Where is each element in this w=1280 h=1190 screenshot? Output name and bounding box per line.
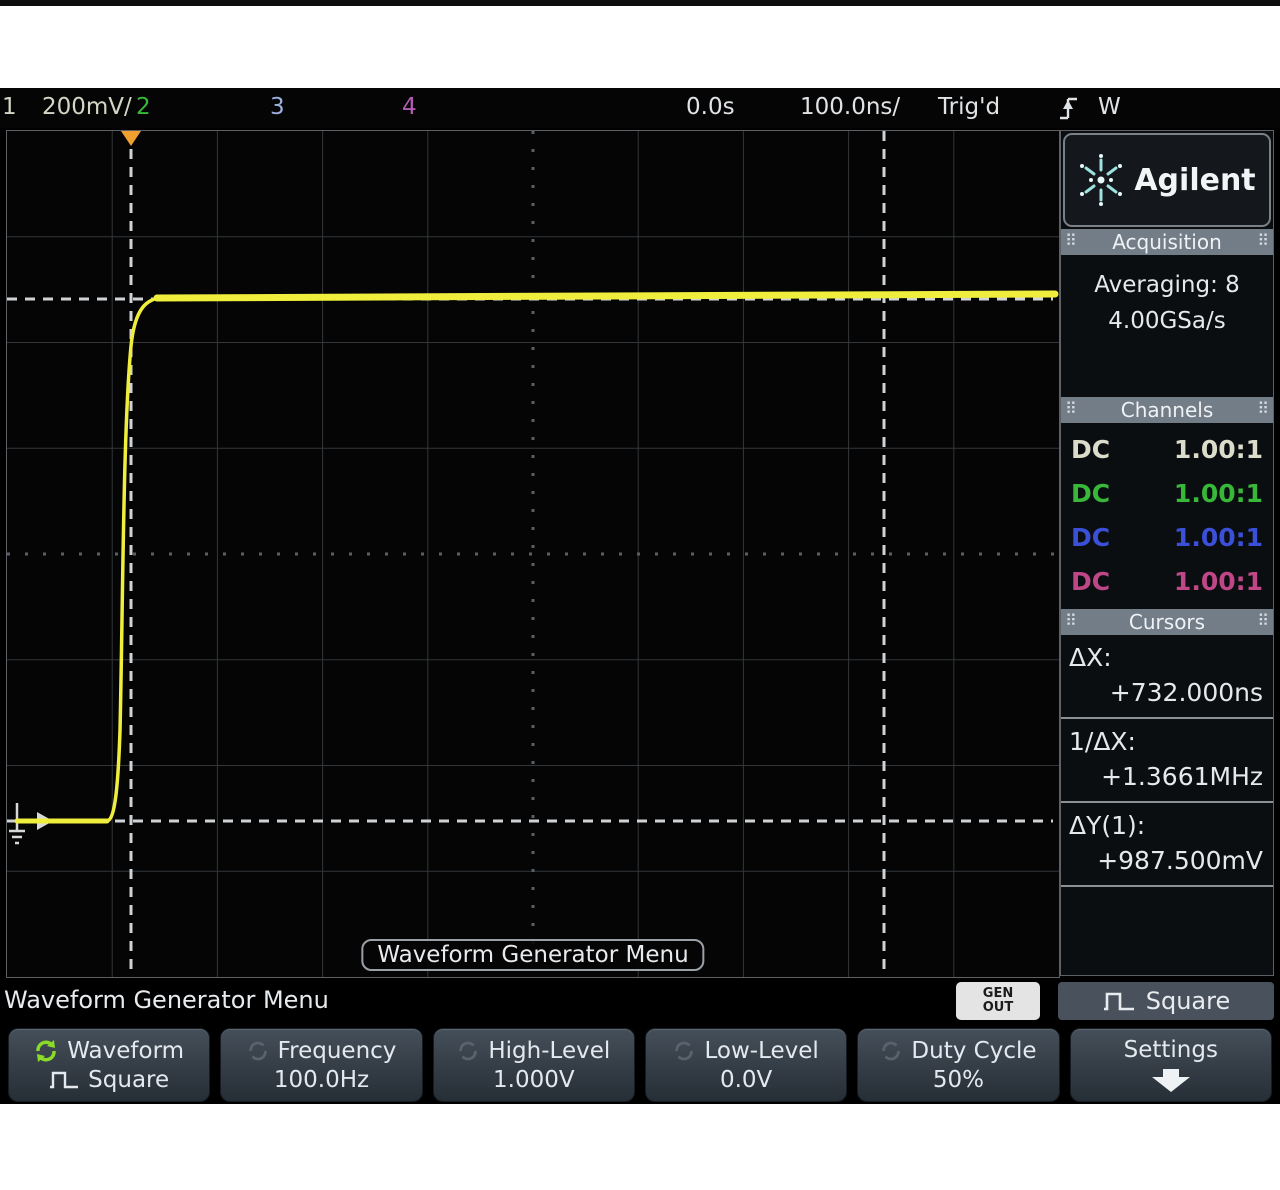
channel1-coupling: DC bbox=[1071, 434, 1111, 464]
softkey-high-level-label: High-Level bbox=[488, 1037, 611, 1064]
cycle-icon bbox=[459, 1041, 478, 1060]
channel3-probe-ratio: 1.00:1 bbox=[1173, 522, 1263, 552]
channel4-indicator[interactable]: 4 bbox=[402, 94, 417, 120]
trigger-status: Trig'd bbox=[938, 94, 1001, 120]
gen-status-bar: Square bbox=[1058, 982, 1274, 1020]
cursor-dx-value: +732.000ns bbox=[1109, 678, 1263, 707]
softkey-duty-cycle[interactable]: Duty Cycle 50% bbox=[857, 1028, 1060, 1102]
cursor-dx-label: ΔX: bbox=[1069, 643, 1112, 672]
channel3-indicator[interactable]: 3 bbox=[270, 94, 285, 120]
cycle-icon bbox=[882, 1041, 901, 1060]
acquisition-mode: Averaging: 8 bbox=[1094, 272, 1240, 298]
trigger-edge-icon[interactable] bbox=[1058, 95, 1080, 121]
softkey-row: Waveform Square Frequency 100.0Hz High-L… bbox=[0, 1022, 1280, 1104]
softkey-low-level[interactable]: Low-Level 0.0V bbox=[644, 1028, 848, 1102]
cycle-icon bbox=[675, 1041, 694, 1060]
timebase-readout[interactable]: 100.0ns/ bbox=[800, 94, 900, 120]
sidebar: Agilent ⠿ Acquisition ⠿ Averaging: 8 4.0… bbox=[1060, 130, 1274, 976]
gen-out-button[interactable]: GEN OUT bbox=[956, 982, 1040, 1020]
brand-name: Agilent bbox=[1134, 162, 1256, 198]
gen-out-line2: OUT bbox=[982, 1000, 1014, 1015]
channels-title: Channels bbox=[1120, 398, 1214, 422]
softkey-high-level[interactable]: High-Level 1.000V bbox=[432, 1028, 635, 1102]
channel3-coupling: DC bbox=[1071, 522, 1111, 552]
trigger-source-wgen: W bbox=[1098, 94, 1121, 120]
cursor-dy-value: +987.500mV bbox=[1097, 846, 1263, 875]
gen-out-line1: GEN bbox=[982, 986, 1014, 1001]
cursor-inv-dx-value: +1.3661MHz bbox=[1101, 762, 1263, 791]
channel2-indicator[interactable]: 2 bbox=[136, 94, 151, 120]
delay-time-readout[interactable]: 0.0s bbox=[686, 94, 735, 120]
acquisition-header: ⠿ Acquisition ⠿ bbox=[1061, 229, 1273, 255]
cursor-dy-label: ΔY(1): bbox=[1069, 811, 1146, 840]
softkey-low-level-label: Low-Level bbox=[704, 1037, 819, 1064]
drag-handle-icon[interactable]: ⠿ bbox=[1257, 231, 1269, 250]
menu-bar: Waveform Generator Menu GEN OUT Square bbox=[0, 980, 1280, 1022]
graticule-center-axes bbox=[7, 131, 1059, 977]
status-bar: 1 200mV/ 2 3 4 0.0s 100.0ns/ Trig'd W bbox=[0, 88, 1280, 128]
softkey-settings[interactable]: Settings bbox=[1069, 1028, 1272, 1102]
waveform-generator-menu-overlay: Waveform Generator Menu bbox=[361, 939, 705, 971]
channel1-probe-ratio: 1.00:1 bbox=[1173, 434, 1263, 464]
softkey-waveform[interactable]: Waveform Square bbox=[8, 1028, 211, 1102]
softkey-frequency-value: 100.0Hz bbox=[273, 1066, 370, 1093]
softkey-high-level-value: 1.000V bbox=[493, 1066, 575, 1093]
softkey-settings-label: Settings bbox=[1123, 1036, 1218, 1063]
channel2-probe-ratio: 1.00:1 bbox=[1173, 478, 1263, 508]
gen-status-label: Square bbox=[1145, 987, 1231, 1015]
channel1-indicator[interactable]: 1 bbox=[2, 94, 17, 120]
acquisition-panel: Averaging: 8 4.00GSa/s bbox=[1061, 255, 1273, 397]
channel4-coupling: DC bbox=[1071, 566, 1111, 596]
cycle-icon bbox=[248, 1041, 267, 1060]
softkey-duty-cycle-label: Duty Cycle bbox=[911, 1037, 1037, 1064]
graticule-and-trace bbox=[7, 131, 1059, 977]
acquisition-title: Acquisition bbox=[1112, 230, 1222, 254]
softkey-waveform-value: Square bbox=[88, 1066, 170, 1093]
channel3-row[interactable]: DC 1.00:1 bbox=[1061, 515, 1273, 559]
drag-handle-icon[interactable]: ⠿ bbox=[1257, 611, 1269, 630]
softkey-waveform-label: Waveform bbox=[67, 1037, 185, 1064]
cursors-header: ⠿ Cursors ⠿ bbox=[1061, 609, 1273, 635]
arrow-down-icon bbox=[1151, 1068, 1190, 1092]
cycle-icon bbox=[36, 1039, 56, 1062]
square-wave-icon bbox=[1103, 992, 1134, 1011]
square-wave-icon bbox=[50, 1071, 79, 1088]
softkey-frequency[interactable]: Frequency 100.0Hz bbox=[220, 1028, 423, 1102]
waveform-plot-area: Waveform Generator Menu bbox=[6, 130, 1060, 978]
drag-handle-icon[interactable]: ⠿ bbox=[1065, 611, 1077, 630]
menu-title: Waveform Generator Menu bbox=[4, 986, 329, 1014]
cursor-inv-dx-label: 1/ΔX: bbox=[1069, 727, 1136, 756]
cursors-panel: ΔX: +732.000ns 1/ΔX: +1.3661MHz ΔY(1): +… bbox=[1061, 635, 1273, 975]
oscilloscope-screen: 1 200mV/ 2 3 4 0.0s 100.0ns/ Trig'd W Wa… bbox=[0, 0, 1280, 1190]
channels-panel: DC 1.00:1 DC 1.00:1 DC 1.00:1 DC 1.00:1 bbox=[1061, 423, 1273, 609]
softkey-frequency-label: Frequency bbox=[277, 1037, 397, 1064]
photo-top-strip bbox=[0, 0, 1280, 6]
channel4-probe-ratio: 1.00:1 bbox=[1173, 566, 1263, 596]
channel4-row[interactable]: DC 1.00:1 bbox=[1061, 559, 1273, 603]
channel1-row[interactable]: DC 1.00:1 bbox=[1061, 427, 1273, 471]
sample-rate: 4.00GSa/s bbox=[1108, 308, 1226, 334]
softkey-low-level-value: 0.0V bbox=[719, 1066, 773, 1093]
channels-header: ⠿ Channels ⠿ bbox=[1061, 397, 1273, 423]
brand-panel: Agilent bbox=[1063, 133, 1271, 227]
drag-handle-icon[interactable]: ⠿ bbox=[1065, 231, 1077, 250]
softkey-duty-cycle-value: 50% bbox=[932, 1066, 985, 1093]
agilent-starburst-icon bbox=[1080, 154, 1123, 206]
channel1-scale[interactable]: 200mV/ bbox=[42, 94, 132, 120]
drag-handle-icon[interactable]: ⠿ bbox=[1065, 399, 1077, 418]
cursors-title: Cursors bbox=[1128, 610, 1206, 634]
channel1-waveform bbox=[14, 290, 1059, 824]
divider bbox=[1061, 885, 1273, 887]
channel2-coupling: DC bbox=[1071, 478, 1111, 508]
trigger-position-marker[interactable] bbox=[121, 131, 141, 146]
channel2-row[interactable]: DC 1.00:1 bbox=[1061, 471, 1273, 515]
drag-handle-icon[interactable]: ⠿ bbox=[1257, 399, 1269, 418]
scope-display: 1 200mV/ 2 3 4 0.0s 100.0ns/ Trig'd W Wa… bbox=[0, 88, 1280, 1104]
